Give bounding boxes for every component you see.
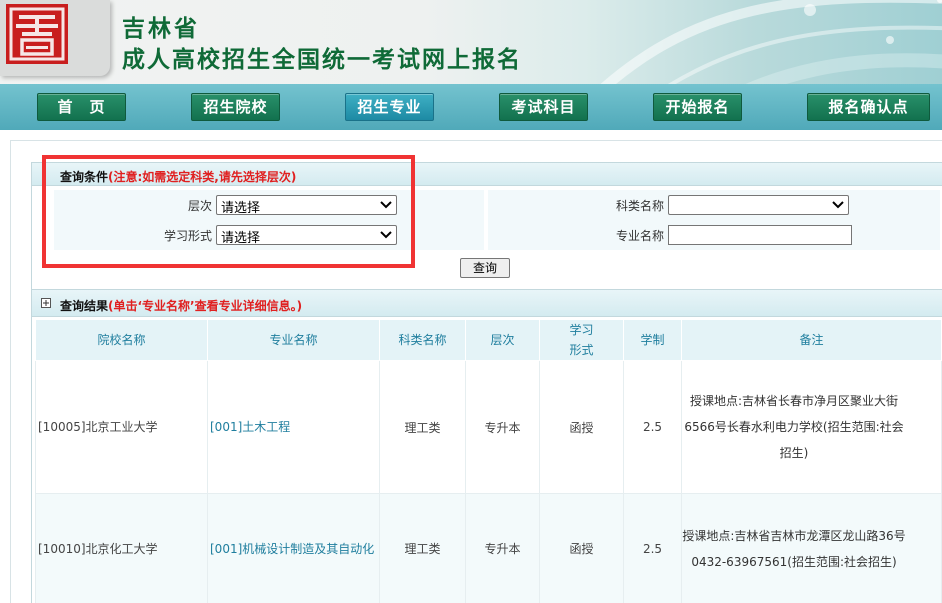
results-note: (单击‘专业名称’查看专业详细信息。) (108, 299, 303, 313)
years-cell: 2.5 (623, 360, 682, 494)
category-label: 科类名称 (615, 199, 664, 213)
col-years: 学制 (623, 319, 682, 361)
major-name-label: 专业名称 (615, 229, 664, 243)
nav-schools[interactable]: 招生院校 (191, 93, 280, 121)
query-title-text: 查询条件 (60, 170, 109, 184)
category-cell: 理工类 (379, 493, 466, 603)
remark-text: 授课地点:吉林省长春市净月区聚业大街6566号长春水利电力学校(招生范围:社会招… (684, 394, 904, 460)
nav-exam-subjects[interactable]: 考试科目 (499, 93, 588, 121)
province-title: 吉林省 (122, 15, 200, 42)
school-cell: [10005]北京工业大学 (35, 360, 208, 494)
study-form-cell: 函授 (539, 360, 624, 494)
level-cell: 专升本 (465, 360, 540, 494)
major-name-input[interactable] (668, 225, 852, 245)
nav-majors[interactable]: 招生专业 (345, 93, 434, 121)
table-row: [10005]北京工业大学 [001]土木工程 理工类 专升本 函授 2.5 授… (35, 360, 942, 494)
seal-logo-icon (6, 4, 68, 64)
site-header: 吉林省 成人高校招生全国统一考试网上报名 (0, 0, 942, 84)
study-form-cell: 函授 (539, 493, 624, 603)
major-link[interactable]: [001]土木工程 (207, 360, 380, 494)
remark-cell: 授课地点:吉林省长春市净月区聚业大街6566号长春水利电力学校(招生范围:社会招… (681, 360, 942, 494)
results-title-text: 查询结果 (60, 299, 109, 313)
nav-confirmation-points[interactable]: 报名确认点 (807, 93, 930, 121)
results-header-row: 院校名称 专业名称 科类名称 层次 学习 形式 学制 备注 (35, 319, 942, 361)
col-category: 科类名称 (379, 319, 466, 361)
school-cell: [10010]北京化工大学 (35, 493, 208, 603)
query-panel-header: 查询条件(注意:如需选定科类,请先选择层次) (32, 163, 942, 186)
col-school: 院校名称 (35, 319, 208, 361)
header-swirl-decoration (600, 0, 942, 84)
years-cell: 2.5 (623, 493, 682, 603)
query-note: (注意:如需选定科类,请先选择层次) (108, 170, 297, 184)
query-panel-title: 查询条件(注意:如需选定科类,请先选择层次) (60, 168, 296, 185)
col-study-form: 学习 形式 (539, 319, 624, 361)
chevron-down-icon (380, 201, 392, 209)
results-panel: 查询结果(单击‘专业名称’查看专业详细信息。) 院校名称 专业名称 科类名称 层… (31, 289, 942, 603)
query-panel: 查询条件(注意:如需选定科类,请先选择层次) 层次 请选择 学习形式 请选择 科… (31, 162, 942, 300)
level-label: 层次 (187, 199, 212, 213)
col-level: 层次 (465, 319, 540, 361)
level-select-value: 请选择 (221, 201, 261, 216)
search-button[interactable]: 查询 (460, 258, 510, 278)
level-select[interactable]: 请选择 (216, 195, 397, 216)
results-panel-title: 查询结果(单击‘专业名称’查看专业详细信息。) (60, 297, 302, 314)
remark-cell: 授课地点:吉林省吉林市龙潭区龙山路36号0432-63967561(招生范围:社… (681, 493, 942, 603)
col-major: 专业名称 (207, 319, 380, 361)
chevron-down-icon (832, 201, 844, 209)
main-content: 查询条件(注意:如需选定科类,请先选择层次) 层次 请选择 学习形式 请选择 科… (10, 140, 942, 603)
col-remark: 备注 (681, 319, 942, 361)
table-row: [10010]北京化工大学 [001]机械设计制造及其自动化 理工类 专升本 函… (35, 493, 942, 603)
chevron-down-icon (380, 231, 392, 239)
results-table: 院校名称 专业名称 科类名称 层次 学习 形式 学制 备注 [10005]北京工… (35, 319, 942, 603)
main-nav: 首 页 招生院校 招生专业 考试科目 开始报名 报名确认点 (0, 84, 942, 130)
study-form-select-value: 请选择 (221, 231, 261, 246)
category-select[interactable] (668, 195, 849, 215)
nav-start-registration[interactable]: 开始报名 (653, 93, 742, 121)
study-form-select[interactable]: 请选择 (216, 225, 397, 246)
category-cell: 理工类 (379, 360, 466, 494)
major-link[interactable]: [001]机械设计制造及其自动化 (207, 493, 380, 603)
logo (0, 0, 110, 76)
remark-text: 授课地点:吉林省吉林市龙潭区龙山路36号0432-63967561(招生范围:社… (682, 528, 906, 569)
nav-home[interactable]: 首 页 (37, 93, 126, 121)
results-panel-header: 查询结果(单击‘专业名称’查看专业详细信息。) (32, 290, 942, 317)
expand-icon[interactable] (41, 298, 51, 308)
study-form-label: 学习形式 (163, 229, 212, 243)
level-cell: 专升本 (465, 493, 540, 603)
site-title: 成人高校招生全国统一考试网上报名 (122, 46, 522, 73)
